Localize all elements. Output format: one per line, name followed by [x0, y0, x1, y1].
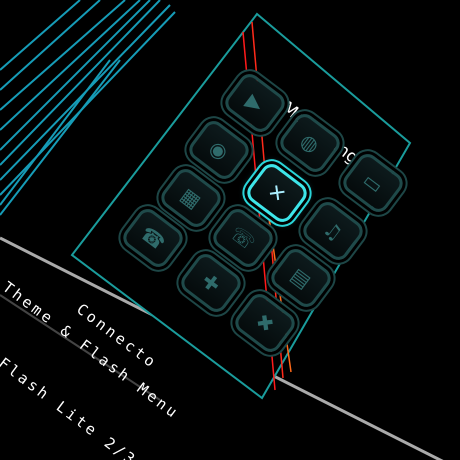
theme-preview: Messaging ▶ ◉ ◍ ✕ ▭ ▦ ☎ ☏ ♫ ✚ ▤ ✖ Connec…: [0, 0, 460, 460]
icon-glyph: ✖: [251, 308, 279, 338]
icon-glyph: ◉: [204, 135, 234, 165]
icon-glyph: ▦: [176, 182, 206, 214]
icon-glyph: ☏: [225, 220, 261, 256]
icon-glyph: ▤: [286, 262, 316, 294]
icon-glyph: ☎: [135, 220, 171, 256]
icon-glyph: ◍: [295, 128, 325, 158]
icon-glyph: ♫: [318, 216, 348, 246]
icon-glyph: ✚: [197, 268, 225, 298]
icon-glyph: ▶: [241, 88, 269, 118]
icon-glyph: ✕: [263, 178, 291, 208]
icon-glyph: ▭: [358, 167, 388, 199]
